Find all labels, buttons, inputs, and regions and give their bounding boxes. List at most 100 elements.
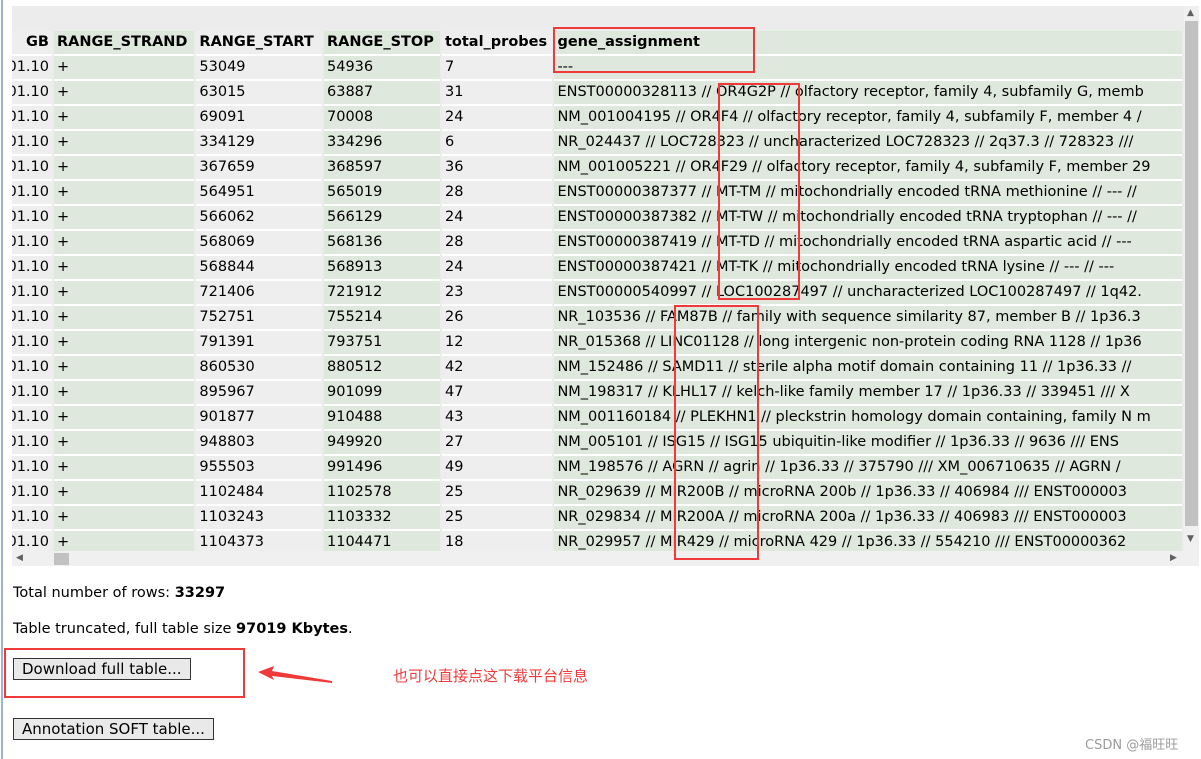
cell-range-stop: 901099: [324, 381, 440, 406]
table-row: 01.10+72140672191223ENST00000540997 // L…: [12, 281, 1182, 306]
header-total-probes: total_probes: [441, 31, 553, 56]
table-row: 01.10+56606256612924ENST00000387382 // M…: [12, 206, 1182, 231]
highlight-box-genes-1: [718, 83, 800, 300]
cell-gene-assignment: NM_198576 // AGRN // agrin // 1p36.33 //…: [554, 456, 1182, 481]
cell-range-strand: +: [54, 306, 195, 331]
highlight-box-header: [553, 27, 755, 73]
cell-range-stop: 949920: [324, 431, 440, 456]
cell-range-start: 948803: [196, 431, 322, 456]
platform-table: GB RANGE_STRAND RANGE_START RANGE_STOP total…: [12, 31, 1184, 551]
cell-range-start: 568069: [196, 231, 322, 256]
vertical-scroll-thumb[interactable]: [1185, 21, 1198, 526]
cell-gb: 01.10: [12, 56, 52, 81]
table-row: 01.10+79139179375112NR_015368 // LINC011…: [12, 331, 1182, 356]
table-row: 01.10+3341293342966NR_024437 // LOC72832…: [12, 131, 1182, 156]
cell-range-stop: 910488: [324, 406, 440, 431]
cell-gene-assignment: NM_005101 // ISG15 // ISG15 ubiquitin-li…: [554, 431, 1182, 456]
cell-range-stop: 566129: [324, 206, 440, 231]
cell-range-start: 860530: [196, 356, 322, 381]
page-left-border: [1, 0, 3, 759]
cell-gene-assignment: NM_001005221 // OR4F29 // olfactory rece…: [554, 156, 1182, 181]
arrow-icon: [258, 666, 332, 683]
cell-range-strand: +: [54, 356, 195, 381]
cell-range-strand: +: [54, 131, 195, 156]
scroll-up-arrow-icon[interactable]: ▲: [1187, 8, 1194, 18]
cell-gene-assignment: NR_103536 // FAM87B // family with seque…: [554, 306, 1182, 331]
cell-gene-assignment: NM_001160184 // PLEKHN1 // pleckstrin ho…: [554, 406, 1182, 431]
annotation-note: 也可以直接点这下载平台信息: [393, 667, 589, 685]
cell-range-stop: 991496: [324, 456, 440, 481]
cell-range-start: 334129: [196, 131, 322, 156]
cell-gb: 01.10: [12, 281, 52, 306]
cell-gene-assignment: ENST00000387419 // MT-TD // mitochondria…: [554, 231, 1182, 256]
cell-total-probes: 6: [441, 131, 553, 156]
cell-gene-assignment: NM_198317 // KLHL17 // kelch-like family…: [554, 381, 1182, 406]
cell-gene-assignment: ENST00000387377 // MT-TM // mitochondria…: [554, 181, 1182, 206]
table-row: 01.10+94880394992027NM_005101 // ISG15 /…: [12, 431, 1182, 456]
cell-range-stop: 755214: [324, 306, 440, 331]
cell-range-stop: 63887: [324, 81, 440, 106]
table-row: 01.10+89596790109947NM_198317 // KLHL17 …: [12, 381, 1182, 406]
cell-range-stop: 1104471: [324, 531, 440, 551]
cell-range-stop: 568913: [324, 256, 440, 281]
cell-gb: 01.10: [12, 156, 52, 181]
cell-total-probes: 42: [441, 356, 553, 381]
cell-range-start: 1104373: [196, 531, 322, 551]
cell-range-stop: 1103332: [324, 506, 440, 531]
table-row: 01.10+690917000824NM_001004195 // OR4F4 …: [12, 106, 1182, 131]
cell-gene-assignment: NR_029639 // MIR200B // microRNA 200b //…: [554, 481, 1182, 506]
cell-range-strand: +: [54, 206, 195, 231]
cell-gene-assignment: NM_152486 // SAMD11 // sterile alpha mot…: [554, 356, 1182, 381]
cell-gb: 01.10: [12, 356, 52, 381]
cell-total-probes: 47: [441, 381, 553, 406]
cell-range-start: 69091: [196, 106, 322, 131]
cell-total-probes: 36: [441, 156, 553, 181]
total-rows-value: 33297: [174, 585, 226, 601]
horizontal-scroll-thumb[interactable]: [54, 553, 69, 565]
cell-range-strand: +: [54, 506, 195, 531]
cell-gb: 01.10: [12, 481, 52, 506]
cell-range-start: 367659: [196, 156, 322, 181]
cell-range-start: 901877: [196, 406, 322, 431]
cell-gb: 01.10: [12, 181, 52, 206]
cell-range-strand: +: [54, 406, 195, 431]
cell-range-strand: +: [54, 481, 195, 506]
cell-gene-assignment: NM_001004195 // OR4F4 // olfactory recep…: [554, 106, 1182, 131]
cell-gene-assignment: ENST00000387421 // MT-TK // mitochondria…: [554, 256, 1182, 281]
cell-range-start: 721406: [196, 281, 322, 306]
cell-range-strand: +: [54, 381, 195, 406]
table-row: 01.10+36765936859736NM_001005221 // OR4F…: [12, 156, 1182, 181]
cell-range-strand: +: [54, 281, 195, 306]
cell-total-probes: 31: [441, 81, 553, 106]
cell-total-probes: 18: [441, 531, 553, 551]
table-row: 01.10+56806956813628ENST00000387419 // M…: [12, 231, 1182, 256]
cell-range-start: 1103243: [196, 506, 322, 531]
scroll-left-arrow-icon[interactable]: ◀: [16, 553, 23, 563]
cell-range-strand: +: [54, 456, 195, 481]
header-gb: GB: [12, 31, 52, 56]
cell-range-strand: +: [54, 231, 195, 256]
table-row: 01.10+56884456891324ENST00000387421 // M…: [12, 256, 1182, 281]
cell-total-probes: 24: [441, 106, 553, 131]
cell-gb: 01.10: [12, 306, 52, 331]
cell-gb: 01.10: [12, 81, 52, 106]
cell-total-probes: 43: [441, 406, 553, 431]
horizontal-scrollbar[interactable]: ◀ ▶: [12, 551, 1184, 566]
cell-total-probes: 26: [441, 306, 553, 331]
full-table-size: 97019 Kbytes: [236, 621, 349, 637]
scroll-down-arrow-icon[interactable]: ▼: [1187, 534, 1194, 544]
table-row: 01.10+630156388731ENST00000328113 // OR4…: [12, 81, 1182, 106]
cell-range-strand: +: [54, 56, 195, 81]
cell-gene-assignment: NR_029834 // MIR200A // microRNA 200a //…: [554, 506, 1182, 531]
highlight-box-download: [4, 648, 245, 698]
cell-gene-assignment: ENST00000328113 // OR4G2P // olfactory r…: [554, 81, 1182, 106]
cell-range-stop: 721912: [324, 281, 440, 306]
cell-total-probes: 12: [441, 331, 553, 356]
header-range-strand: RANGE_STRAND: [54, 31, 195, 56]
cell-range-start: 791391: [196, 331, 322, 356]
vertical-scrollbar[interactable]: ▲ ▼: [1184, 6, 1199, 566]
annotation-soft-table-button[interactable]: Annotation SOFT table...: [13, 718, 214, 740]
scroll-right-arrow-icon[interactable]: ▶: [1170, 553, 1177, 563]
cell-total-probes: 24: [441, 256, 553, 281]
cell-total-probes: 25: [441, 481, 553, 506]
